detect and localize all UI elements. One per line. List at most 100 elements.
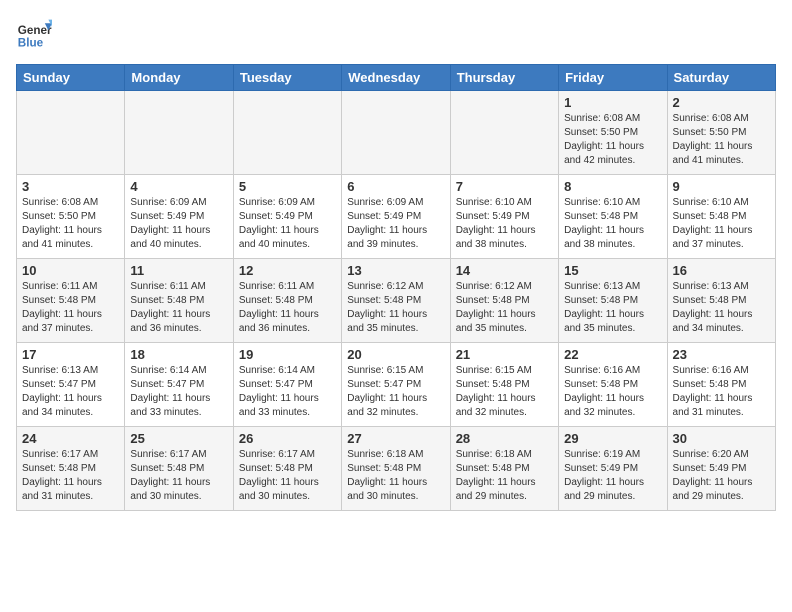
day-number: 3 bbox=[22, 179, 119, 194]
calendar-day-cell: 29 Sunrise: 6:19 AM Sunset: 5:49 PM Dayli… bbox=[559, 427, 667, 511]
calendar-day-cell: 23 Sunrise: 6:16 AM Sunset: 5:48 PM Dayli… bbox=[667, 343, 775, 427]
calendar-day-cell: 11Sunrise: 6:11 AM Sunset: 5:48 PM Dayli… bbox=[125, 259, 233, 343]
day-info-text: Sunrise: 6:18 AM Sunset: 5:48 PM Dayligh… bbox=[347, 448, 444, 504]
day-number: 23 bbox=[673, 347, 770, 362]
day-number: 8 bbox=[564, 179, 661, 194]
calendar-day-cell: 8 Sunrise: 6:10 AM Sunset: 5:48 PM Daylig… bbox=[559, 175, 667, 259]
day-info-text: Sunrise: 6:14 AM Sunset: 5:47 PM Dayligh… bbox=[239, 364, 336, 420]
calendar-week-row: 3Sunrise: 6:08 AM Sunset: 5:50 PM Daylig… bbox=[17, 175, 776, 259]
calendar-day-cell: 6 Sunrise: 6:09 AM Sunset: 5:49 PM Daylig… bbox=[342, 175, 450, 259]
calendar-day-cell: 9 Sunrise: 6:10 AM Sunset: 5:48 PM Daylig… bbox=[667, 175, 775, 259]
weekday-header: Sunday bbox=[17, 65, 125, 91]
calendar-day-cell: 17Sunrise: 6:13 AM Sunset: 5:47 PM Dayli… bbox=[17, 343, 125, 427]
day-number: 21 bbox=[456, 347, 553, 362]
day-number: 2 bbox=[673, 95, 770, 110]
logo: General Blue bbox=[16, 16, 52, 52]
calendar-day-cell: 30Sunrise: 6:20 AM Sunset: 5:49 PM Dayli… bbox=[667, 427, 775, 511]
calendar-day-cell: 26 Sunrise: 6:17 AM Sunset: 5:48 PM Dayli… bbox=[233, 427, 341, 511]
day-number: 29 bbox=[564, 431, 661, 446]
day-info-text: Sunrise: 6:17 AM Sunset: 5:48 PM Dayligh… bbox=[239, 448, 336, 504]
calendar-day-cell: 20 Sunrise: 6:15 AM Sunset: 5:47 PM Dayli… bbox=[342, 343, 450, 427]
calendar-day-cell: 25Sunrise: 6:17 AM Sunset: 5:48 PM Dayli… bbox=[125, 427, 233, 511]
day-number: 26 bbox=[239, 431, 336, 446]
calendar-week-row: 24 Sunrise: 6:17 AM Sunset: 5:48 PM Dayli… bbox=[17, 427, 776, 511]
day-number: 28 bbox=[456, 431, 553, 446]
day-info-text: Sunrise: 6:19 AM Sunset: 5:49 PM Dayligh… bbox=[564, 448, 661, 504]
day-info-text: Sunrise: 6:13 AM Sunset: 5:48 PM Dayligh… bbox=[673, 280, 770, 336]
day-number: 17 bbox=[22, 347, 119, 362]
calendar-day-cell: 28 Sunrise: 6:18 AM Sunset: 5:48 PM Dayli… bbox=[450, 427, 558, 511]
calendar-day-cell: 10 Sunrise: 6:11 AM Sunset: 5:48 PM Dayli… bbox=[17, 259, 125, 343]
weekday-header: Friday bbox=[559, 65, 667, 91]
day-info-text: Sunrise: 6:20 AM Sunset: 5:49 PM Dayligh… bbox=[673, 448, 770, 504]
day-info-text: Sunrise: 6:09 AM Sunset: 5:49 PM Dayligh… bbox=[347, 196, 444, 252]
day-number: 15 bbox=[564, 263, 661, 278]
calendar-day-cell: 18 Sunrise: 6:14 AM Sunset: 5:47 PM Dayli… bbox=[125, 343, 233, 427]
calendar-day-cell: 7Sunrise: 6:10 AM Sunset: 5:49 PM Daylig… bbox=[450, 175, 558, 259]
calendar-week-row: 1 Sunrise: 6:08 AM Sunset: 5:50 PM Daylig… bbox=[17, 91, 776, 175]
day-info-text: Sunrise: 6:11 AM Sunset: 5:48 PM Dayligh… bbox=[130, 280, 227, 336]
calendar-table: SundayMondayTuesdayWednesdayThursdayFrid… bbox=[16, 64, 776, 511]
calendar-day-cell: 12 Sunrise: 6:11 AM Sunset: 5:48 PM Dayli… bbox=[233, 259, 341, 343]
calendar-day-cell: 27Sunrise: 6:18 AM Sunset: 5:48 PM Dayli… bbox=[342, 427, 450, 511]
day-number: 13 bbox=[347, 263, 444, 278]
day-info-text: Sunrise: 6:16 AM Sunset: 5:48 PM Dayligh… bbox=[673, 364, 770, 420]
day-info-text: Sunrise: 6:14 AM Sunset: 5:47 PM Dayligh… bbox=[130, 364, 227, 420]
calendar-week-row: 10 Sunrise: 6:11 AM Sunset: 5:48 PM Dayli… bbox=[17, 259, 776, 343]
day-info-text: Sunrise: 6:12 AM Sunset: 5:48 PM Dayligh… bbox=[456, 280, 553, 336]
day-info-text: Sunrise: 6:11 AM Sunset: 5:48 PM Dayligh… bbox=[22, 280, 119, 336]
calendar-empty-cell bbox=[342, 91, 450, 175]
day-number: 5 bbox=[239, 179, 336, 194]
page-header: General Blue bbox=[16, 16, 776, 52]
day-number: 24 bbox=[22, 431, 119, 446]
day-number: 4 bbox=[130, 179, 227, 194]
day-number: 25 bbox=[130, 431, 227, 446]
day-number: 18 bbox=[130, 347, 227, 362]
calendar-day-cell: 5 Sunrise: 6:09 AM Sunset: 5:49 PM Daylig… bbox=[233, 175, 341, 259]
calendar-day-cell: 13 Sunrise: 6:12 AM Sunset: 5:48 PM Dayli… bbox=[342, 259, 450, 343]
day-info-text: Sunrise: 6:08 AM Sunset: 5:50 PM Dayligh… bbox=[564, 112, 661, 168]
day-info-text: Sunrise: 6:13 AM Sunset: 5:48 PM Dayligh… bbox=[564, 280, 661, 336]
weekday-header: Thursday bbox=[450, 65, 558, 91]
calendar-empty-cell bbox=[233, 91, 341, 175]
calendar-day-cell: 24 Sunrise: 6:17 AM Sunset: 5:48 PM Dayli… bbox=[17, 427, 125, 511]
day-info-text: Sunrise: 6:15 AM Sunset: 5:47 PM Dayligh… bbox=[347, 364, 444, 420]
day-info-text: Sunrise: 6:15 AM Sunset: 5:48 PM Dayligh… bbox=[456, 364, 553, 420]
calendar-day-cell: 22 Sunrise: 6:16 AM Sunset: 5:48 PM Dayli… bbox=[559, 343, 667, 427]
day-info-text: Sunrise: 6:10 AM Sunset: 5:48 PM Dayligh… bbox=[673, 196, 770, 252]
day-number: 10 bbox=[22, 263, 119, 278]
calendar-day-cell: 19 Sunrise: 6:14 AM Sunset: 5:47 PM Dayli… bbox=[233, 343, 341, 427]
calendar-empty-cell bbox=[17, 91, 125, 175]
calendar-day-cell: 2 Sunrise: 6:08 AM Sunset: 5:50 PM Daylig… bbox=[667, 91, 775, 175]
weekday-header: Tuesday bbox=[233, 65, 341, 91]
day-number: 6 bbox=[347, 179, 444, 194]
svg-text:Blue: Blue bbox=[18, 37, 44, 50]
calendar-empty-cell bbox=[450, 91, 558, 175]
calendar-day-cell: 14Sunrise: 6:12 AM Sunset: 5:48 PM Dayli… bbox=[450, 259, 558, 343]
day-info-text: Sunrise: 6:12 AM Sunset: 5:48 PM Dayligh… bbox=[347, 280, 444, 336]
day-number: 20 bbox=[347, 347, 444, 362]
day-number: 12 bbox=[239, 263, 336, 278]
day-info-text: Sunrise: 6:17 AM Sunset: 5:48 PM Dayligh… bbox=[22, 448, 119, 504]
weekday-header: Monday bbox=[125, 65, 233, 91]
calendar-day-cell: 16 Sunrise: 6:13 AM Sunset: 5:48 PM Dayli… bbox=[667, 259, 775, 343]
calendar-day-cell: 3Sunrise: 6:08 AM Sunset: 5:50 PM Daylig… bbox=[17, 175, 125, 259]
day-info-text: Sunrise: 6:18 AM Sunset: 5:48 PM Dayligh… bbox=[456, 448, 553, 504]
calendar-empty-cell bbox=[125, 91, 233, 175]
calendar-day-cell: 1 Sunrise: 6:08 AM Sunset: 5:50 PM Daylig… bbox=[559, 91, 667, 175]
day-info-text: Sunrise: 6:09 AM Sunset: 5:49 PM Dayligh… bbox=[130, 196, 227, 252]
calendar-day-cell: 21 Sunrise: 6:15 AM Sunset: 5:48 PM Dayli… bbox=[450, 343, 558, 427]
calendar-week-row: 17Sunrise: 6:13 AM Sunset: 5:47 PM Dayli… bbox=[17, 343, 776, 427]
day-number: 7 bbox=[456, 179, 553, 194]
day-info-text: Sunrise: 6:09 AM Sunset: 5:49 PM Dayligh… bbox=[239, 196, 336, 252]
day-number: 9 bbox=[673, 179, 770, 194]
calendar-day-cell: 15 Sunrise: 6:13 AM Sunset: 5:48 PM Dayli… bbox=[559, 259, 667, 343]
day-number: 22 bbox=[564, 347, 661, 362]
day-info-text: Sunrise: 6:10 AM Sunset: 5:48 PM Dayligh… bbox=[564, 196, 661, 252]
day-number: 19 bbox=[239, 347, 336, 362]
day-info-text: Sunrise: 6:08 AM Sunset: 5:50 PM Dayligh… bbox=[673, 112, 770, 168]
day-info-text: Sunrise: 6:11 AM Sunset: 5:48 PM Dayligh… bbox=[239, 280, 336, 336]
day-number: 16 bbox=[673, 263, 770, 278]
day-info-text: Sunrise: 6:16 AM Sunset: 5:48 PM Dayligh… bbox=[564, 364, 661, 420]
day-number: 1 bbox=[564, 95, 661, 110]
